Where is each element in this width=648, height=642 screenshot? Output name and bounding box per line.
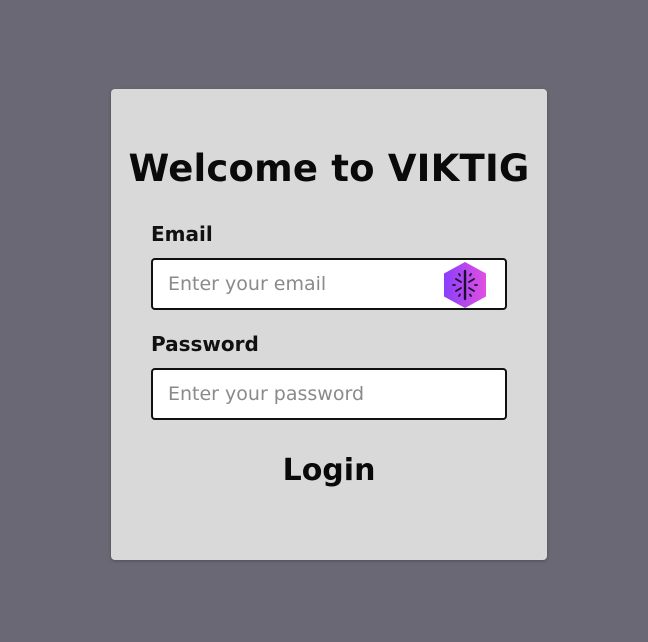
login-button[interactable]: Login [111, 449, 547, 493]
password-label: Password [151, 332, 259, 356]
email-field-container [151, 258, 507, 310]
password-field-container [151, 368, 507, 420]
email-label: Email [151, 222, 213, 246]
assistant-sparkle-icon[interactable] [441, 261, 489, 309]
password-field[interactable] [153, 370, 505, 418]
login-card: Welcome to VIKTIG Email Enter your email… [111, 89, 547, 560]
page-title: Welcome to VIKTIG [128, 147, 530, 190]
